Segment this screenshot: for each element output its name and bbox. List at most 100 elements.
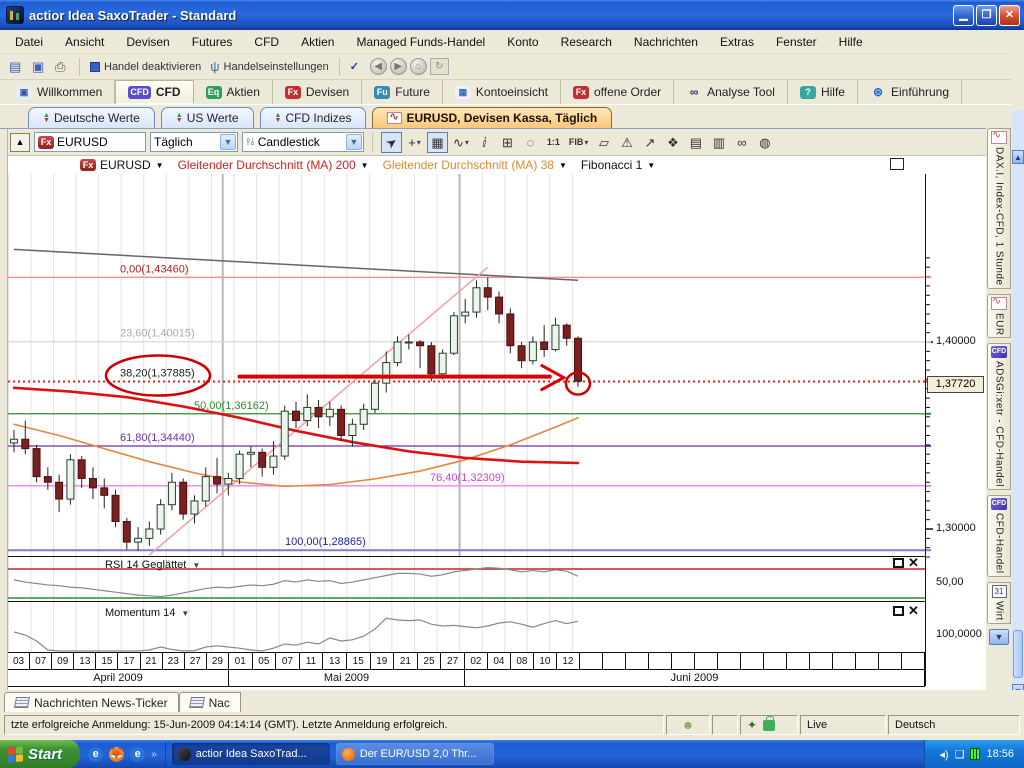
chevron-down-icon: ▼: [156, 161, 164, 170]
legend-gleitender-durchschnitt-ma-38[interactable]: Gleitender Durchschnitt (MA) 38▼: [383, 158, 567, 172]
period-select[interactable]: Täglich ▼: [150, 132, 238, 152]
firefox-icon[interactable]: 🦊: [109, 747, 124, 762]
module-tab-kontoeinsicht[interactable]: ▦Kontoeinsicht: [443, 80, 561, 104]
collapse-panel-button[interactable]: ▲: [10, 133, 30, 152]
eraser-icon[interactable]: ▱: [593, 132, 614, 153]
scrollbar-thumb[interactable]: [1013, 630, 1023, 678]
minimize-button[interactable]: ▁: [953, 5, 974, 26]
task-der-eur-usd-2-0-thr[interactable]: Der EUR/USD 2,0 Thr...: [336, 743, 494, 765]
price-chart[interactable]: 0,00(1,43460)23,60(1,40015)38,20(1,37885…: [8, 174, 925, 556]
connection-status-icon[interactable]: [970, 748, 980, 760]
menu-extras[interactable]: Extras: [709, 32, 765, 52]
module-tab-willkommen[interactable]: ▣Willkommen: [4, 80, 115, 104]
module-tab-analyse-tool[interactable]: ∞Analyse Tool: [674, 80, 788, 104]
ie-icon[interactable]: e: [88, 747, 103, 762]
style-select[interactable]: ⫯⫰ Candlestick ▼: [242, 132, 364, 152]
momentum-label[interactable]: Momentum 14▼: [105, 607, 189, 619]
module-tab-devisen[interactable]: FxDevisen: [273, 80, 362, 104]
workspace-tab-active[interactable]: EURUSD, Devisen Kassa, Täglich: [372, 107, 612, 128]
module-tab-aktien[interactable]: EqAktien: [194, 80, 273, 104]
menu-konto[interactable]: Konto: [496, 32, 549, 52]
home-icon[interactable]: ⌂: [410, 58, 427, 75]
menu-managed-funds-handel[interactable]: Managed Funds-Handel: [345, 32, 496, 52]
forward-icon[interactable]: ▶: [390, 58, 407, 75]
legend-eurusd[interactable]: FxEURUSD▼: [80, 158, 164, 172]
analyse-tool-icon: ∞: [686, 86, 702, 99]
layers-icon[interactable]: ❖: [662, 132, 683, 153]
module-tab-einf-hrung[interactable]: ⊛Einführung: [858, 80, 962, 104]
refresh-icon[interactable]: ↻: [430, 58, 449, 75]
sidebar-tab-dax-i-index-cfd-1-stunde[interactable]: DAX.I, Index-CFD, 1 Stunde: [987, 128, 1011, 289]
cursor-icon[interactable]: ➤: [381, 132, 402, 153]
copy-image-icon[interactable]: ▥: [708, 132, 729, 153]
news-ticker-tab-2[interactable]: Nac: [179, 692, 241, 712]
rsi-restore-icon[interactable]: [893, 558, 904, 568]
menu-devisen[interactable]: Devisen: [115, 32, 180, 52]
chart-window-restore-icon[interactable]: [890, 158, 904, 170]
save-as-icon[interactable]: ▣: [29, 57, 49, 77]
sidebar-scroll-down-icon[interactable]: ▼: [989, 629, 1009, 645]
print-icon[interactable]: ⎙: [52, 57, 72, 77]
save-image-icon[interactable]: ▤: [685, 132, 706, 153]
news-ticker-tab[interactable]: Nachrichten News-Ticker: [4, 692, 179, 712]
rsi-close-icon[interactable]: ✕: [908, 558, 919, 568]
momentum-restore-icon[interactable]: [893, 606, 904, 616]
zoom-icon[interactable]: ◌: [520, 132, 541, 153]
sidebar-tab-eur[interactable]: EUR: [987, 294, 1011, 339]
crosshair-icon[interactable]: +▾: [404, 132, 425, 153]
display-icon[interactable]: ❏: [955, 748, 965, 761]
menu-futures[interactable]: Futures: [181, 32, 244, 52]
start-button[interactable]: Start: [0, 740, 80, 768]
sidebar-tab-wirt[interactable]: 31Wirt: [987, 582, 1011, 624]
indicator-icon[interactable]: ∿▾: [450, 132, 472, 153]
module-tab-bar: ▣WillkommenCFDCFDEqAktienFxDevisenFuFutu…: [0, 80, 1024, 105]
alert-draw-icon[interactable]: ⚠: [616, 132, 637, 153]
module-tab-hilfe[interactable]: ?Hilfe: [788, 80, 858, 104]
sidebar-tab-adsgi-xetr-cfd-handel[interactable]: CFDADSGi:xetr - CFD-Handel: [987, 343, 1011, 490]
scroll-up-icon[interactable]: ▲: [1012, 150, 1024, 164]
workspace-tab-deutsche-werte[interactable]: ▲▼Deutsche Werte: [28, 107, 155, 128]
bell-icon[interactable]: ◍: [754, 132, 775, 153]
sidebar-tab-cfd-handel[interactable]: CFDCFD-Handel: [987, 495, 1011, 577]
fibonacci-icon[interactable]: FIB▾: [566, 132, 592, 153]
module-tab-offene-order[interactable]: Fxoffene Order: [561, 80, 674, 104]
menu-nachrichten[interactable]: Nachrichten: [623, 32, 709, 52]
workspace-tab-cfd-indizes[interactable]: ▲▼CFD Indizes: [260, 107, 367, 128]
menu-research[interactable]: Research: [550, 32, 623, 52]
quick-launch: e 🦊 e »: [80, 742, 166, 766]
legend-fibonacci-1[interactable]: Fibonacci 1▼: [581, 158, 655, 172]
overflow-chevron-icon[interactable]: »: [151, 749, 157, 760]
menu-datei[interactable]: Datei: [4, 32, 54, 52]
menu-hilfe[interactable]: Hilfe: [828, 32, 874, 52]
workspace-scrollbar[interactable]: ▲ ▼: [1012, 110, 1024, 710]
save-icon[interactable]: ▤: [6, 57, 26, 77]
task-actior-idea-saxotrad[interactable]: actior Idea SaxoTrad...: [172, 743, 330, 765]
trade-settings-button[interactable]: ψ Handelseinstellungen: [207, 57, 331, 77]
grid-icon[interactable]: ▦: [427, 132, 448, 153]
trend-arrow-icon[interactable]: ↗: [639, 132, 660, 153]
module-tab-cfd[interactable]: CFDCFD: [115, 80, 193, 104]
info-icon[interactable]: ⅈ: [474, 132, 495, 153]
confirm-icon[interactable]: ✓: [347, 57, 367, 77]
link-icon[interactable]: ∞: [731, 132, 752, 153]
rsi-label[interactable]: RSI 14 Geglättet▼: [105, 559, 200, 571]
module-tab-label: Einführung: [891, 85, 949, 99]
module-tab-future[interactable]: FuFuture: [362, 80, 443, 104]
trade-disable-button[interactable]: Handel deaktivieren: [87, 57, 204, 77]
volume-icon[interactable]: ◂): [939, 748, 948, 761]
sidebar-tab-label: Wirt: [994, 601, 1005, 621]
back-icon[interactable]: ◀: [370, 58, 387, 75]
browser-icon[interactable]: e: [130, 747, 145, 762]
menu-fenster[interactable]: Fenster: [765, 32, 828, 52]
legend-gleitender-durchschnitt-ma-200[interactable]: Gleitender Durchschnitt (MA) 200▼: [178, 158, 369, 172]
one-to-one-icon[interactable]: 1:1: [543, 132, 564, 153]
add-panel-icon[interactable]: ⊞: [497, 132, 518, 153]
menu-ansicht[interactable]: Ansicht: [54, 32, 115, 52]
close-button[interactable]: ✕: [999, 5, 1020, 26]
restore-button[interactable]: ❐: [976, 5, 997, 26]
menu-cfd[interactable]: CFD: [243, 32, 290, 52]
symbol-input[interactable]: Fx EURUSD: [34, 132, 146, 152]
menu-aktien[interactable]: Aktien: [290, 32, 345, 52]
workspace-tab-us-werte[interactable]: ▲▼US Werte: [161, 107, 254, 128]
momentum-close-icon[interactable]: ✕: [908, 606, 919, 616]
